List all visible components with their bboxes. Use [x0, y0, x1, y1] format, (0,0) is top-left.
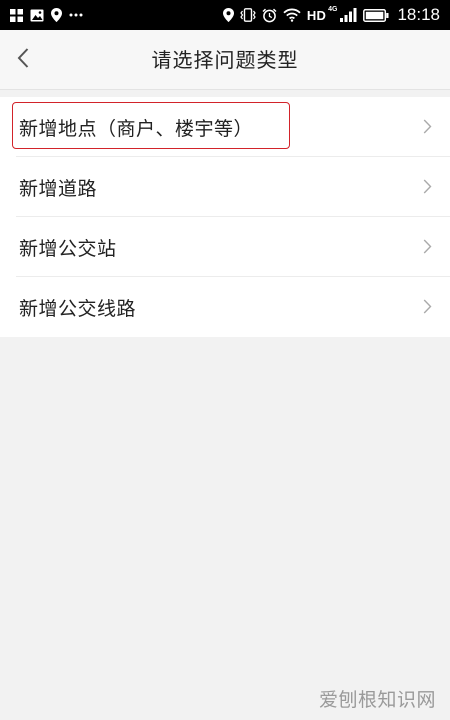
- network-type: 4G: [328, 5, 338, 13]
- chevron-right-icon: [423, 239, 432, 258]
- location-pin-icon: [51, 8, 62, 22]
- image-icon: [30, 9, 44, 22]
- list-item-new-road[interactable]: 新增道路: [0, 157, 450, 217]
- location-pin-icon: [222, 8, 234, 22]
- watermark-text: 爱刨根知识网: [318, 689, 436, 711]
- wifi-icon: [283, 8, 301, 22]
- list-item-new-bus-stop[interactable]: 新增公交站: [0, 217, 450, 277]
- chevron-right-icon: [423, 299, 432, 318]
- chevron-right-icon: [423, 179, 432, 198]
- header-bar: 请选择问题类型: [0, 30, 450, 90]
- status-bar-right: HD 4G 18:18: [222, 5, 440, 25]
- status-bar: HD 4G 18:18: [0, 0, 450, 30]
- network-label: HD: [306, 7, 327, 23]
- list-item-new-place[interactable]: 新增地点（商户、楼宇等）: [0, 97, 450, 157]
- list-item-label: 新增地点（商户、楼宇等）: [19, 117, 254, 140]
- signal-icon: [340, 8, 357, 22]
- chevron-right-icon: [423, 119, 432, 138]
- battery-icon: [363, 8, 389, 22]
- list-item-label: 新增道路: [19, 177, 98, 200]
- list-item-label: 新增公交线路: [19, 297, 137, 320]
- list-item-new-bus-line[interactable]: 新增公交线路: [0, 277, 450, 337]
- alarm-icon: [262, 8, 277, 23]
- vibrate-icon: [240, 8, 256, 22]
- app-grid-icon: [10, 8, 23, 22]
- problem-type-list: 新增地点（商户、楼宇等） 新增道路 新增公交站 新增公交线路: [0, 97, 450, 337]
- more-dots-icon: [69, 13, 83, 17]
- page-title: 请选择问题类型: [151, 48, 299, 72]
- status-bar-left: [10, 8, 83, 22]
- status-clock: 18:18: [397, 5, 440, 24]
- list-item-label: 新增公交站: [19, 237, 117, 260]
